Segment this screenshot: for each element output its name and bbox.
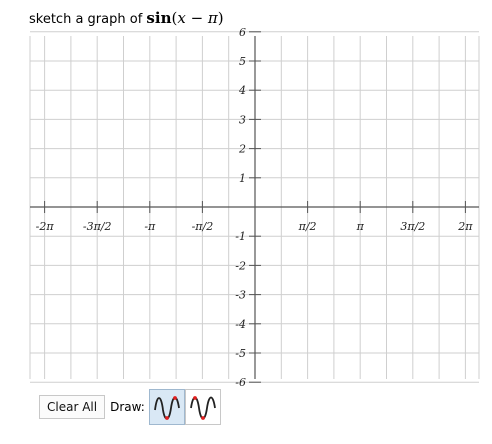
sine-curve-mode-button[interactable]	[148, 389, 185, 425]
x-tick-label: -2π	[36, 220, 55, 233]
y-tick-label: 3	[239, 113, 246, 126]
draw-label: Draw:	[110, 400, 145, 414]
y-tick-label: 4	[238, 84, 246, 97]
x-tick-label: -π/2	[192, 220, 214, 233]
x-tick-label: -3π/2	[83, 220, 112, 233]
y-tick-label: -6	[235, 376, 246, 389]
y-tick-label: 2	[238, 143, 246, 156]
x-tick-label: 2π	[457, 220, 473, 233]
x-tick-label: π	[356, 220, 365, 233]
graph-canvas[interactable]: -2π -3π/2 -π -π/2 π/2 π 3π/2 2π 6 5 4 3 2 1 -1 -2 -3 -4 -5…	[0, 0, 492, 444]
controls-bar: Clear All Draw:	[39, 389, 221, 425]
y-tick-label: -1	[235, 230, 246, 243]
sine-wave-icon	[153, 396, 180, 420]
y-tick-label: 5	[239, 55, 246, 68]
clear-all-button[interactable]: Clear All	[39, 395, 106, 419]
y-tick-label: -5	[235, 347, 246, 360]
x-tick-label: -π	[144, 220, 156, 233]
y-tick-label: 6	[239, 26, 246, 39]
y-tick-label: -2	[235, 259, 246, 272]
y-tick-label: 1	[239, 172, 246, 185]
x-tick-label: π/2	[298, 220, 317, 233]
x-tick-label: 3π/2	[400, 220, 425, 233]
y-tick-label: -3	[235, 289, 246, 302]
sine-wave-icon	[189, 396, 216, 420]
sine-curve-alt-mode-button[interactable]	[184, 389, 221, 425]
y-tick-label: -4	[235, 318, 246, 331]
